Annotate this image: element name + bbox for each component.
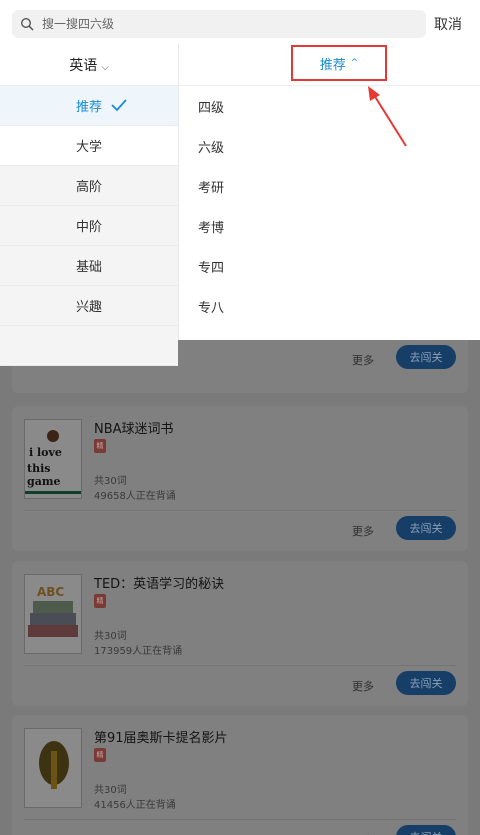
basketball-icon: [47, 430, 59, 442]
book-title: TED：英语学习的秘诀: [94, 577, 225, 592]
more-link[interactable]: 更多: [352, 523, 374, 539]
learner-count: 173959人正在背诵: [94, 646, 183, 657]
book-cover: [24, 728, 82, 808]
book-card: 第91届奥斯卡提名影片 精 共30词 41456人正在背诵 更多 去闯关: [12, 715, 468, 835]
filter-panel: 取消 英语⌵ 推荐 大学 高阶 中阶 基础 兴趣: [0, 0, 480, 366]
go-challenge-button[interactable]: 去闯关: [396, 671, 456, 695]
book-cover: i love this game: [24, 419, 82, 499]
word-count: 共30词: [94, 631, 127, 642]
learner-count: 41456人正在背诵: [94, 800, 176, 811]
go-challenge-button[interactable]: 去闯关: [396, 345, 456, 369]
go-challenge-button[interactable]: 去闯关: [396, 825, 456, 835]
book-card: ABC TED：英语学习的秘诀 精 共30词 173959人正在背诵 更多 去闯…: [12, 561, 468, 706]
featured-badge: 精: [94, 748, 106, 762]
cover-text: i love: [29, 446, 62, 459]
more-link[interactable]: 更多: [352, 352, 374, 368]
featured-badge: 精: [94, 594, 106, 608]
word-count: 共30词: [94, 476, 127, 487]
book-cover: ABC: [24, 574, 82, 654]
book-title: NBA球迷词书: [94, 422, 174, 437]
word-count: 共30词: [94, 785, 127, 796]
trophy-icon: [51, 751, 57, 789]
cover-text: this game: [27, 462, 61, 488]
featured-badge: 精: [94, 439, 106, 453]
annotation-arrow-icon: [368, 86, 407, 147]
go-challenge-button[interactable]: 去闯关: [396, 516, 456, 540]
book-card: i love this game NBA球迷词书 精 共30词 49658人正在…: [12, 406, 468, 551]
more-link[interactable]: 更多: [352, 678, 374, 694]
learner-count: 49658人正在背诵: [94, 491, 176, 502]
book-title: 第91届奥斯卡提名影片: [94, 731, 228, 746]
cover-text: ABC: [37, 585, 65, 599]
